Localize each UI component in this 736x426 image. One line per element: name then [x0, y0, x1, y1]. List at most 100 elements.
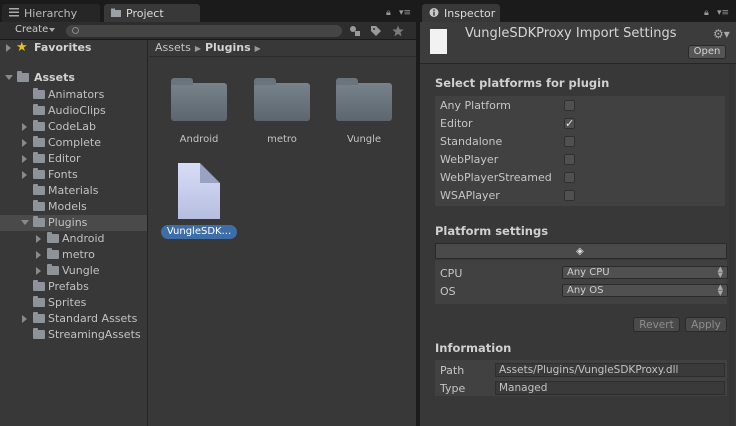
- info-label: Type: [440, 382, 466, 395]
- window-menu-icon[interactable]: ▾≡: [717, 8, 729, 18]
- tab-project-label: Project: [126, 7, 164, 20]
- tree-item-plugins[interactable]: Plugins: [0, 215, 147, 231]
- info-icon: [429, 8, 439, 17]
- tree-item-android[interactable]: Android: [0, 231, 147, 247]
- list-icon: [9, 8, 19, 17]
- cpu-dropdown[interactable]: Any CPU ▲ ▼: [562, 266, 728, 279]
- tree-item-fonts[interactable]: Fonts: [0, 167, 147, 183]
- platform-checkbox-webplayer[interactable]: [564, 154, 575, 165]
- tree-item-label: Android: [62, 232, 105, 245]
- folder-icon: [33, 136, 45, 147]
- inspector-scrollbar[interactable]: [729, 64, 734, 426]
- expand-arrow-icon[interactable]: [22, 139, 27, 147]
- platform-checkbox-standalone[interactable]: [564, 136, 575, 147]
- tree-item-streamingassets[interactable]: StreamingAssets: [0, 327, 147, 343]
- expand-arrow-icon[interactable]: [36, 267, 41, 275]
- tree-item-label: Complete: [48, 136, 102, 149]
- folder-icon: [254, 78, 310, 121]
- expand-arrow-icon[interactable]: [22, 171, 27, 179]
- platform-checkbox-webplayerstreamed[interactable]: [564, 172, 575, 183]
- os-dropdown[interactable]: Any OS ▲ ▼: [562, 284, 728, 297]
- revert-button[interactable]: Revert: [633, 317, 680, 332]
- setting-label: OS: [440, 285, 456, 298]
- platform-checkbox-editor[interactable]: ✓: [564, 118, 575, 129]
- dropdown-value: Any OS: [567, 285, 604, 296]
- tree-assets[interactable]: Assets: [0, 70, 147, 86]
- tree-item-codelab[interactable]: CodeLab: [0, 119, 147, 135]
- information-panel: Path Assets/Plugins/VungleSDKProxy.dll T…: [435, 360, 727, 396]
- gear-icon[interactable]: ⚙▾: [713, 27, 730, 41]
- tree-item-label: StreamingAssets: [48, 328, 141, 341]
- platform-label: WebPlayer: [440, 153, 499, 166]
- checkmark-icon: ✓: [565, 117, 575, 130]
- updown-arrows-icon: ▲ ▼: [717, 265, 723, 279]
- breadcrumb-assets[interactable]: Assets: [155, 41, 191, 54]
- folder-icon: [47, 264, 59, 275]
- updown-arrows-icon: ▲ ▼: [717, 283, 723, 297]
- tree-item-metro[interactable]: metro: [0, 247, 147, 263]
- asset-folder-vungle[interactable]: Vungle: [324, 78, 404, 150]
- tree-favorites[interactable]: ★ Favorites: [0, 40, 147, 56]
- asset-label: metro: [267, 134, 297, 145]
- open-button[interactable]: Open: [688, 45, 726, 59]
- tree-item-animators[interactable]: Animators: [0, 87, 147, 103]
- platform-row-webplayerstreamed: WebPlayerStreamed: [440, 169, 720, 187]
- document-icon: [178, 163, 220, 219]
- platform-checkbox-wsaplayer[interactable]: [564, 190, 575, 201]
- expand-arrow-icon[interactable]: [22, 315, 27, 323]
- tree-item-label: Fonts: [48, 168, 78, 181]
- filter-by-label-icon[interactable]: [370, 25, 382, 37]
- tree-item-vungle[interactable]: Vungle: [0, 263, 147, 279]
- search-input[interactable]: [66, 25, 342, 37]
- folder-icon: [33, 216, 45, 227]
- folder-icon: [33, 200, 45, 211]
- tree-item-prefabs[interactable]: Prefabs: [0, 279, 147, 295]
- platform-row-editor: Editor ✓: [440, 115, 720, 133]
- tree-item-standard-assets[interactable]: Standard Assets: [0, 311, 147, 327]
- asset-folder-metro[interactable]: metro: [242, 78, 322, 150]
- tab-hierarchy[interactable]: Hierarchy: [2, 4, 100, 22]
- expand-arrow-icon[interactable]: [22, 155, 27, 163]
- tree-item-editor[interactable]: Editor: [0, 151, 147, 167]
- platform-tab-bar[interactable]: ◈: [435, 243, 727, 259]
- info-row-path: Path Assets/Plugins/VungleSDKProxy.dll: [440, 361, 725, 379]
- tree-item-audioclips[interactable]: AudioClips: [0, 103, 147, 119]
- expand-arrow-icon[interactable]: [36, 235, 41, 243]
- tree-item-complete[interactable]: Complete: [0, 135, 147, 151]
- collapse-arrow-icon[interactable]: [21, 220, 29, 225]
- tab-project[interactable]: Project: [104, 4, 200, 22]
- breadcrumb: Assets ▶ Plugins ▶: [149, 40, 416, 57]
- inspector-title: VungleSDKProxy Import Settings: [465, 26, 677, 41]
- lock-icon[interactable]: 🔒︎: [386, 8, 391, 18]
- lock-icon[interactable]: 🔒︎: [704, 8, 709, 18]
- folder-icon: [33, 280, 45, 291]
- project-window: Hierarchy Project 🔒︎ ▾≡ Create ★ Favorit…: [0, 0, 416, 426]
- star-icon: ★: [16, 40, 28, 55]
- asset-label: Vungle: [346, 134, 382, 145]
- favorite-star-icon[interactable]: [392, 25, 404, 37]
- tab-hierarchy-label: Hierarchy: [24, 7, 78, 20]
- tree-item-label: Models: [48, 200, 87, 213]
- expand-arrow-icon[interactable]: [36, 251, 41, 259]
- tree-item-models[interactable]: Models: [0, 199, 147, 215]
- window-menu-icon[interactable]: ▾≡: [399, 8, 411, 18]
- platform-checkbox-any-platform[interactable]: [564, 100, 575, 111]
- apply-button[interactable]: Apply: [685, 317, 727, 332]
- create-button[interactable]: Create: [6, 24, 60, 38]
- tree-item-materials[interactable]: Materials: [0, 183, 147, 199]
- breadcrumb-arrow-icon: ▶: [254, 44, 261, 53]
- tree-item-label: Animators: [48, 88, 105, 101]
- expand-arrow-icon[interactable]: [6, 44, 11, 52]
- platform-label: Standalone: [440, 135, 503, 148]
- tab-inspector[interactable]: Inspector: [422, 4, 500, 22]
- asset-file-vunglesdkproxy[interactable]: VungleSDK...: [161, 163, 261, 243]
- expand-arrow-icon[interactable]: [22, 123, 27, 131]
- collapse-arrow-icon[interactable]: [5, 75, 13, 80]
- asset-folder-android[interactable]: Android: [159, 78, 239, 150]
- breadcrumb-plugins[interactable]: Plugins: [205, 41, 251, 54]
- tree-item-sprites[interactable]: Sprites: [0, 295, 147, 311]
- filter-by-type-icon[interactable]: [349, 25, 361, 37]
- info-label: Path: [440, 364, 465, 377]
- path-field[interactable]: Assets/Plugins/VungleSDKProxy.dll: [495, 363, 725, 377]
- type-field[interactable]: Managed: [495, 381, 725, 395]
